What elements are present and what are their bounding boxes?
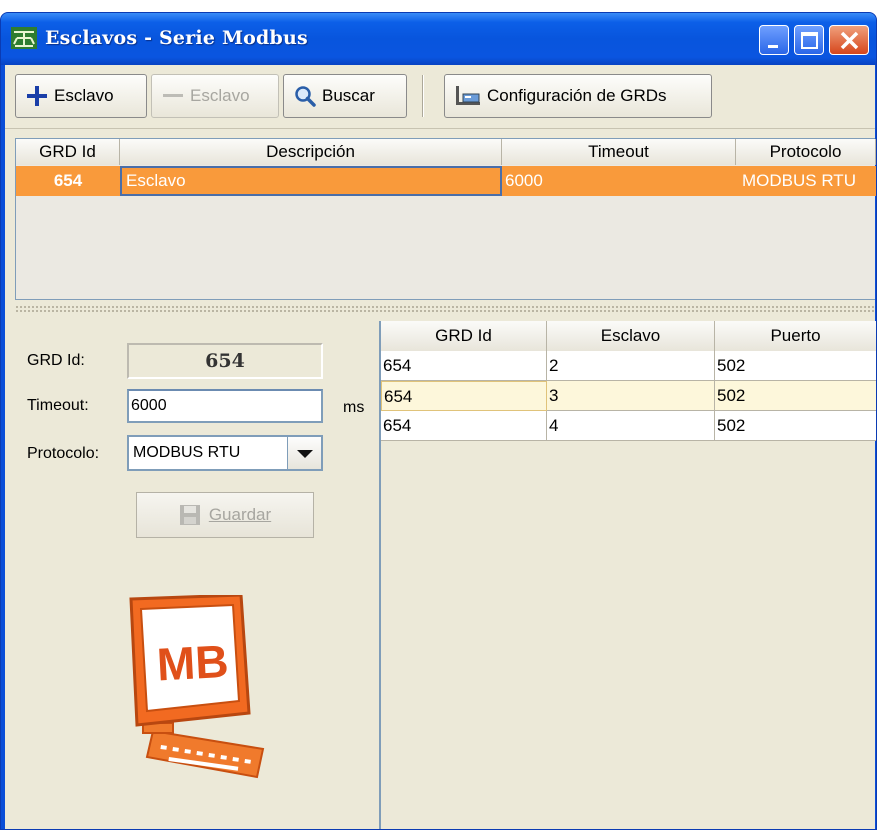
mb-computer-icon: MB	[129, 595, 265, 779]
column-header-timeout[interactable]: Timeout	[502, 139, 736, 165]
add-slave-label: Esclavo	[54, 86, 114, 105]
grd-id-label: GRD Id:	[27, 352, 85, 369]
client-area: Esclavo Esclavo Buscar Configuración de	[5, 65, 876, 829]
remove-slave-label: Esclavo	[190, 86, 250, 105]
cell-puerto[interactable]: 502	[715, 381, 876, 411]
protocol-selected-value: MODBUS RTU	[133, 444, 241, 461]
dropdown-arrow-icon[interactable]	[287, 437, 321, 469]
save-disk-icon	[179, 504, 201, 526]
column-header-protocolo[interactable]: Protocolo	[736, 139, 876, 165]
toolbar-separator	[422, 75, 424, 117]
cell-protocolo[interactable]: MODBUS RTU	[736, 166, 876, 196]
save-button[interactable]: Guardar	[136, 492, 314, 538]
cell-grd-id[interactable]: 654	[16, 166, 120, 196]
column-header-grd-id[interactable]: GRD Id	[381, 321, 547, 351]
protocol-label: Protocolo:	[27, 445, 100, 462]
column-header-puerto[interactable]: Puerto	[715, 321, 876, 351]
window-title: Esclavos - Serie Modbus	[45, 27, 308, 49]
minimize-button[interactable]	[759, 25, 789, 55]
mb-logo-text: MB	[156, 635, 230, 691]
column-header-esclavo[interactable]: Esclavo	[547, 321, 715, 351]
table-row[interactable]: 654 3 502	[381, 381, 876, 411]
grd-config-label: Configuración de GRDs	[487, 86, 667, 105]
grd-table-header: GRD Id Descripción Timeout Protocolo	[16, 139, 876, 165]
add-slave-button[interactable]: Esclavo	[15, 74, 147, 118]
cell-esclavo[interactable]: 4	[547, 411, 715, 441]
table-row-selected[interactable]: 654 Esclavo 6000 MODBUS RTU	[16, 166, 876, 196]
save-label: Guardar	[208, 505, 272, 524]
app-window: Esclavos - Serie Modbus Esclavo Esclavo	[0, 12, 877, 830]
plus-icon	[26, 85, 48, 107]
grd-config-button[interactable]: Configuración de GRDs	[444, 74, 712, 118]
search-button[interactable]: Buscar	[283, 74, 407, 118]
remove-slave-button[interactable]: Esclavo	[151, 74, 279, 118]
table-row[interactable]: 654 4 502	[381, 411, 876, 441]
grd-table: GRD Id Descripción Timeout Protocolo 654…	[15, 138, 876, 300]
column-header-grd-id[interactable]: GRD Id	[16, 139, 120, 165]
search-icon	[294, 85, 316, 107]
config-icon	[455, 85, 481, 107]
cell-grd-id[interactable]: 654	[381, 351, 547, 381]
cell-timeout[interactable]: 6000	[503, 166, 736, 196]
cell-esclavo[interactable]: 2	[547, 351, 715, 381]
table-row[interactable]: 654 2 502	[381, 351, 876, 381]
cell-grd-id[interactable]: 654	[381, 381, 547, 411]
cell-descripcion[interactable]: Esclavo	[120, 166, 502, 196]
toolbar: Esclavo Esclavo Buscar Configuración de	[5, 65, 875, 129]
cell-puerto[interactable]: 502	[715, 411, 876, 441]
maximize-icon	[801, 32, 818, 49]
timeout-label: Timeout:	[27, 397, 89, 414]
app-icon	[11, 27, 37, 49]
column-header-descripcion[interactable]: Descripción	[120, 139, 502, 165]
slave-detail-table: GRD Id Esclavo Puerto 654 2 502 654 3 50…	[379, 321, 876, 829]
timeout-unit-label: ms	[343, 399, 365, 416]
maximize-button[interactable]	[794, 25, 824, 55]
grd-id-field: 654	[127, 343, 323, 379]
minus-icon	[162, 85, 184, 107]
split-pane-divider[interactable]	[15, 305, 875, 313]
protocol-select[interactable]: MODBUS RTU	[127, 435, 323, 471]
close-button[interactable]	[829, 25, 869, 55]
cell-esclavo[interactable]: 3	[547, 381, 715, 411]
search-label: Buscar	[322, 86, 375, 105]
minimize-icon	[768, 45, 778, 48]
cell-grd-id[interactable]: 654	[381, 411, 547, 441]
close-icon	[840, 31, 859, 50]
cell-puerto[interactable]: 502	[715, 351, 876, 381]
timeout-input[interactable]: 6000	[127, 389, 323, 423]
title-bar[interactable]: Esclavos - Serie Modbus	[1, 13, 876, 65]
detail-table-header: GRD Id Esclavo Puerto	[381, 321, 876, 351]
